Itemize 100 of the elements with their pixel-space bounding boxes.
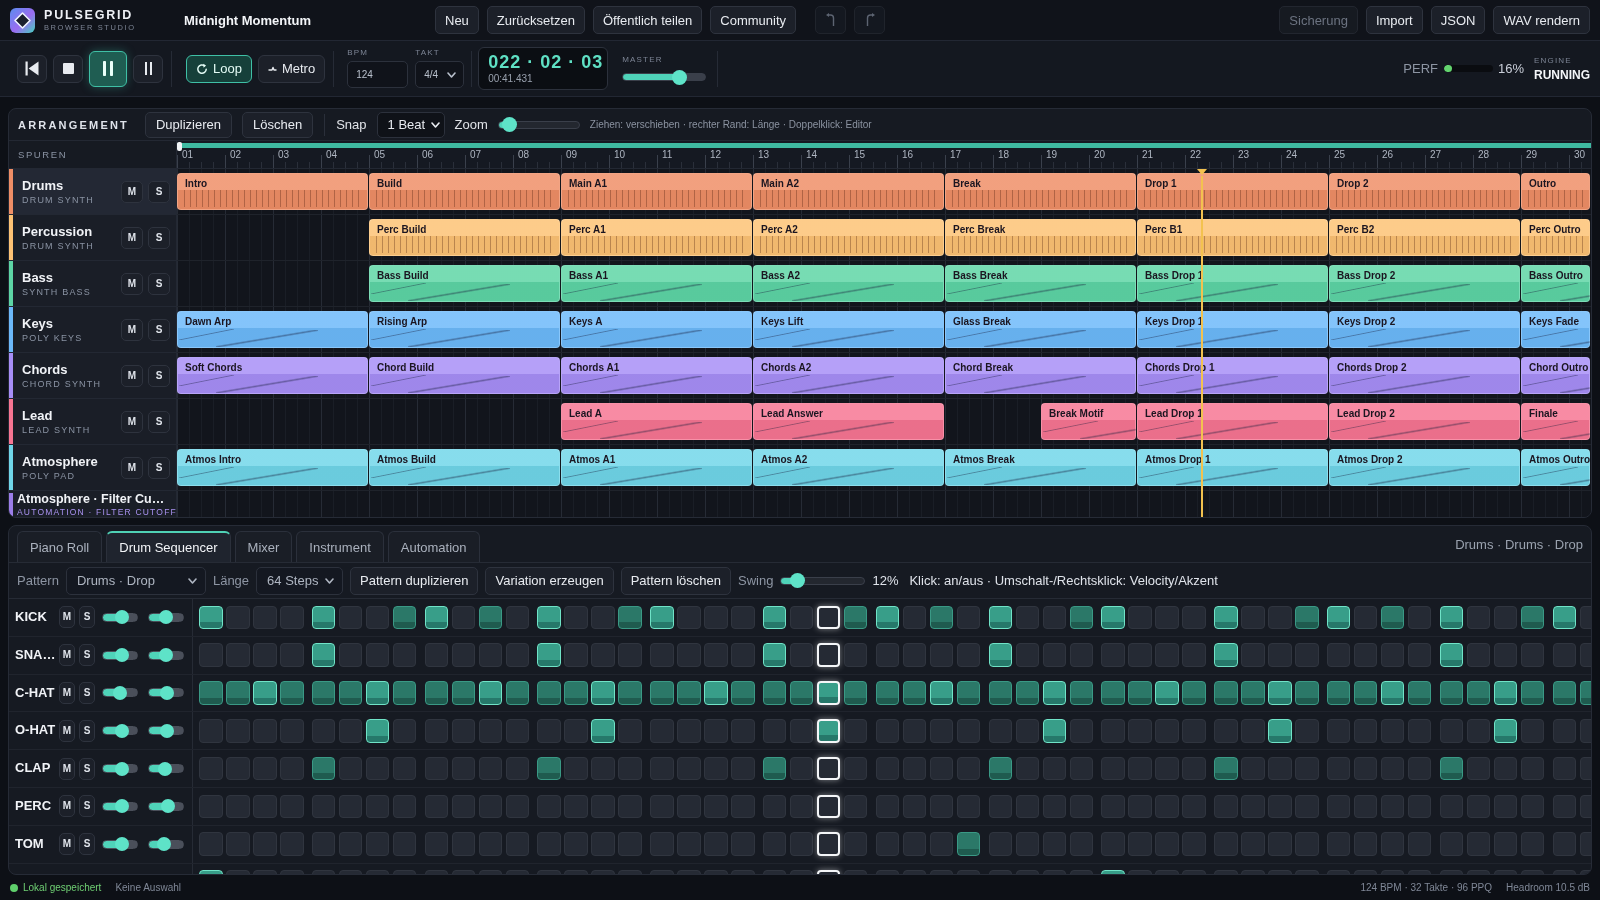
arrangement-clip[interactable]: Chord Break (945, 357, 1136, 394)
arrangement-clip[interactable]: Bass Outro (1521, 265, 1590, 302)
arrangement-clip[interactable]: Chord Outro (1521, 357, 1590, 394)
arrangement-clip[interactable]: Finale (1521, 403, 1590, 440)
slider-thumb[interactable] (114, 610, 129, 625)
track-header[interactable]: Percussion DRUM SYNTH M S (9, 215, 176, 261)
zoom-slider[interactable] (497, 120, 580, 129)
mini-slider[interactable] (102, 801, 138, 811)
mute-button[interactable]: M (59, 606, 75, 629)
slider-thumb[interactable] (114, 723, 129, 738)
arrangement-clip[interactable]: Drop 1 (1137, 173, 1328, 210)
arrangement-clip[interactable]: Atmos A1 (561, 449, 752, 486)
mute-button[interactable]: M (59, 719, 75, 742)
mute-button[interactable]: M (59, 682, 75, 704)
solo-button[interactable]: S (148, 272, 170, 295)
panel-button[interactable]: Duplizieren (145, 111, 233, 138)
length-select[interactable]: 64 Steps (256, 566, 344, 595)
toolbar-button[interactable]: Neu (435, 6, 479, 34)
transport-button[interactable] (133, 54, 163, 83)
mute-button[interactable]: M (59, 644, 75, 667)
mini-slider[interactable] (148, 839, 184, 849)
solo-button[interactable]: S (79, 833, 95, 856)
arrangement-clip[interactable]: Glass Break (945, 311, 1136, 348)
pattern-button[interactable]: Pattern duplizieren (350, 566, 479, 595)
arrangement-clip[interactable]: Main A2 (753, 173, 944, 210)
arrangement-clip[interactable]: Bass Build (369, 265, 560, 302)
time-signature-select[interactable]: 4/4 (415, 61, 465, 88)
toolbar-button[interactable]: JSON (1430, 6, 1486, 34)
slider-thumb[interactable] (158, 648, 173, 663)
slider-thumb[interactable] (159, 686, 174, 700)
pattern-select[interactable]: Drums · Drop (65, 566, 206, 595)
mini-slider[interactable] (148, 650, 184, 660)
mute-button[interactable]: M (59, 833, 75, 856)
mute-button[interactable]: M (59, 795, 75, 818)
track-header[interactable]: Keys POLY KEYS M S (9, 307, 176, 353)
slider-thumb[interactable] (158, 761, 172, 776)
arrangement-clip[interactable]: Atmos A2 (753, 449, 944, 486)
arrangement-clip[interactable]: Atmos Break (945, 449, 1136, 486)
arrangement-clip[interactable]: Perc A1 (561, 219, 752, 256)
arrangement-clip[interactable]: Bass Drop 2 (1329, 265, 1520, 302)
bpm-field[interactable]: 124 (347, 61, 409, 88)
mini-slider[interactable] (102, 764, 138, 774)
pattern-button[interactable]: Variation erzeugen (485, 566, 614, 595)
solo-button[interactable]: S (148, 364, 170, 387)
arrangement-clip[interactable]: Atmos Drop 2 (1329, 449, 1520, 486)
solo-button[interactable]: S (148, 180, 170, 203)
mute-button[interactable]: M (59, 757, 75, 780)
toolbar-button[interactable]: Zurücksetzen (486, 6, 585, 34)
arrangement-clip[interactable]: Main A1 (561, 173, 752, 210)
solo-button[interactable]: S (79, 719, 95, 742)
arrangement-clip[interactable]: Break (945, 173, 1136, 210)
panel-button[interactable]: Löschen (242, 111, 314, 138)
arrangement-clip[interactable]: Bass A1 (561, 265, 752, 302)
track-header[interactable]: Bass SYNTH BASS M S (9, 261, 176, 307)
transport-button[interactable] (89, 50, 127, 87)
toolbar-button[interactable]: Öffentlich teilen (592, 6, 703, 34)
mini-slider[interactable] (148, 801, 184, 811)
toolbar-button[interactable]: WAV rendern (1493, 6, 1590, 34)
arrangement-clip[interactable]: Keys Lift (753, 311, 944, 348)
mini-slider[interactable] (148, 688, 184, 698)
mute-button[interactable]: M (121, 364, 143, 387)
arrangement-clip[interactable]: Outro (1521, 173, 1590, 210)
arrangement-clip[interactable]: Chords A2 (753, 357, 944, 394)
arrangement-clip[interactable]: Atmos Intro (177, 449, 368, 486)
arrangement-clip[interactable]: Perc A2 (753, 219, 944, 256)
arrangement-clip[interactable]: Bass A2 (753, 265, 944, 302)
slider-thumb[interactable] (502, 117, 518, 132)
solo-button[interactable]: S (79, 757, 95, 780)
slider-thumb[interactable] (114, 837, 129, 852)
arrangement-clip[interactable]: Break Motif (1041, 403, 1136, 440)
arrangement-clip[interactable]: Perc B2 (1329, 219, 1520, 256)
slider-thumb[interactable] (789, 573, 805, 588)
mini-slider[interactable] (148, 764, 184, 774)
toolbar-button[interactable]: Import (1365, 6, 1423, 34)
mini-slider[interactable] (148, 726, 184, 736)
editor-tab[interactable]: Mixer (234, 531, 293, 562)
arrangement-clip[interactable]: Keys A (561, 311, 752, 348)
slider-thumb[interactable] (160, 799, 175, 814)
arrangement-clip[interactable]: Intro (177, 173, 368, 210)
mute-button[interactable]: M (121, 272, 143, 295)
arrangement-clip[interactable]: Lead Answer (753, 403, 944, 440)
arrangement-clip[interactable]: Chord Build (369, 357, 560, 394)
mute-button[interactable]: M (121, 226, 143, 249)
solo-button[interactable]: S (79, 644, 95, 667)
slider-thumb[interactable] (114, 648, 129, 663)
editor-tab[interactable]: Automation (387, 531, 480, 562)
solo-button[interactable]: S (148, 456, 170, 479)
arrangement-clip[interactable]: Rising Arp (369, 311, 560, 348)
arrangement-clip[interactable]: Chords Drop 2 (1329, 357, 1520, 394)
timeline-ruler[interactable]: 01 02 03 04 05 06 07 08 09 10 11 12 13 14 15 16 17 18 19 20 21 22 23 24 25 26 27 28 29 30 (177, 141, 1591, 169)
editor-tab[interactable]: Drum Sequencer (106, 531, 231, 562)
arrangement-clip[interactable]: Atmos Drop 1 (1137, 449, 1328, 486)
mute-button[interactable]: M (121, 180, 143, 203)
mute-button[interactable]: M (121, 318, 143, 341)
arrangement-clip[interactable]: Drop 2 (1329, 173, 1520, 210)
arrangement-clip[interactable]: Keys Fade (1521, 311, 1590, 348)
arrangement-clip[interactable]: Atmos Outro (1521, 449, 1590, 486)
slider-thumb[interactable] (157, 837, 172, 852)
arrangement-clip[interactable]: Lead Drop 2 (1329, 403, 1520, 440)
arrangement-clip[interactable]: Chords A1 (561, 357, 752, 394)
